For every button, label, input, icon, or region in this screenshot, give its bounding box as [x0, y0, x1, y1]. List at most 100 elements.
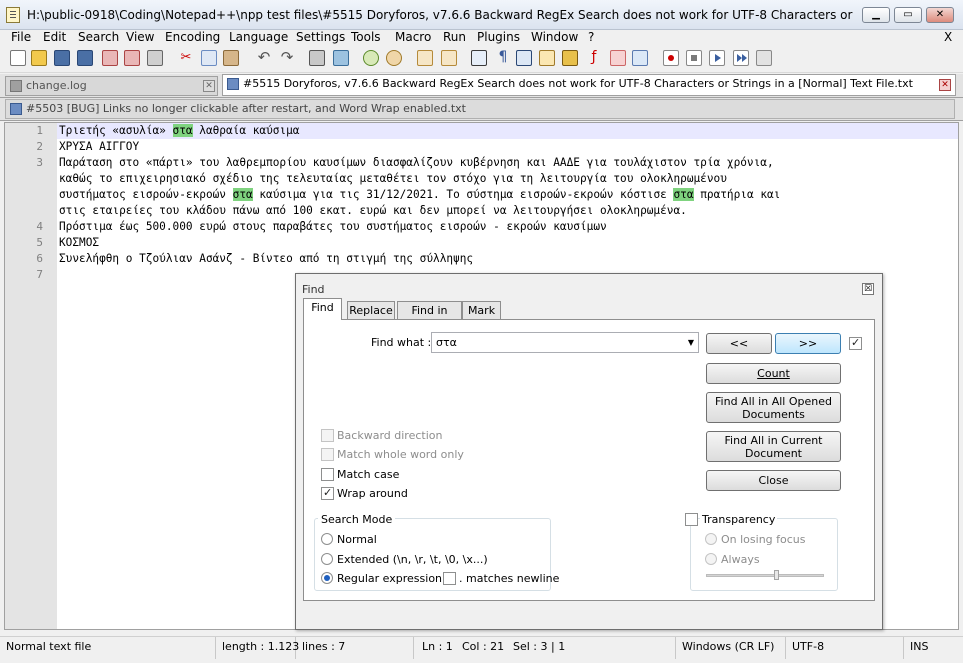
dropdown-arrow-icon[interactable]: ▼: [688, 333, 694, 352]
dialog-title: Find: [302, 283, 325, 296]
status-length: length : 1.123: [216, 637, 299, 659]
cut-icon[interactable]: ✂: [178, 50, 194, 66]
zoom-out-icon[interactable]: [386, 50, 402, 66]
menu-help[interactable]: ?: [588, 30, 594, 44]
mode-normal-radio[interactable]: [321, 533, 333, 545]
find-what-value: στα: [436, 336, 457, 349]
wrap-around-label: Wrap around: [337, 487, 408, 500]
menu-run[interactable]: Run: [443, 30, 466, 44]
copy-icon[interactable]: [201, 50, 217, 66]
replace-icon[interactable]: [333, 50, 349, 66]
mode-extended-radio[interactable]: [321, 553, 333, 565]
find-previous-button[interactable]: <<: [706, 333, 772, 354]
tab-find-in-files[interactable]: Find in Files: [397, 301, 462, 335]
text-segment: στις εταιρείες του κλάδου πάνω από 100 ε…: [59, 204, 687, 217]
menu-close-doc[interactable]: X: [944, 30, 952, 44]
line-number: 2: [36, 140, 43, 153]
function-list-icon[interactable]: ƒ: [586, 50, 602, 66]
menu-settings[interactable]: Settings: [296, 30, 345, 44]
undo-icon[interactable]: ↶: [256, 50, 272, 66]
menu-edit[interactable]: Edit: [43, 30, 66, 44]
backward-direction-label: Backward direction: [337, 429, 443, 442]
menu-file[interactable]: File: [11, 30, 31, 44]
tab-replace[interactable]: Replace: [347, 301, 395, 320]
folder-icon[interactable]: [610, 50, 626, 66]
close-all-icon[interactable]: [124, 50, 140, 66]
maximize-button[interactable]: ▭: [894, 7, 922, 23]
transparency-slider[interactable]: [706, 574, 824, 577]
menu-tools[interactable]: Tools: [351, 30, 381, 44]
close-window-button[interactable]: ✕: [926, 7, 954, 23]
text-segment: ΚΟΣΜΟΣ: [59, 236, 100, 249]
run-multiple-icon[interactable]: [733, 50, 749, 66]
sync-h-icon[interactable]: [441, 50, 457, 66]
transparency-slider-thumb[interactable]: [774, 570, 779, 580]
print-icon[interactable]: [147, 50, 163, 66]
tab-close-icon[interactable]: ✕: [939, 79, 951, 91]
word-wrap-icon[interactable]: [471, 50, 487, 66]
show-all-icon[interactable]: ¶: [495, 50, 511, 66]
find-all-opened-button[interactable]: Find All in All Opened Documents: [706, 392, 841, 423]
tab-find[interactable]: Find: [303, 298, 342, 320]
minimize-button[interactable]: ▁: [862, 7, 890, 23]
monitor-icon[interactable]: [632, 50, 648, 66]
status-bar: Normal text file length : 1.123 lines : …: [0, 636, 963, 663]
udl-icon[interactable]: [539, 50, 555, 66]
sync-v-icon[interactable]: [417, 50, 433, 66]
transparency-label: Transparency: [700, 513, 778, 526]
play-icon[interactable]: [709, 50, 725, 66]
tab-close-icon[interactable]: ✕: [203, 80, 215, 92]
paste-icon[interactable]: [223, 50, 239, 66]
match-case-label: Match case: [337, 468, 400, 481]
tab-change-log[interactable]: change.log ✕: [5, 76, 218, 96]
save-icon[interactable]: [54, 50, 70, 66]
text-segment: συστήματος εισροών-εκροών: [59, 188, 233, 201]
status-sel: Sel : 3 | 1: [507, 637, 676, 659]
find-next-button[interactable]: >>: [775, 333, 841, 354]
open-icon[interactable]: [31, 50, 47, 66]
matches-newline-checkbox[interactable]: [443, 572, 456, 585]
save-all-icon[interactable]: [77, 50, 93, 66]
tab-5503[interactable]: #5503 [BUG] Links no longer clickable af…: [5, 99, 955, 119]
find-icon[interactable]: [309, 50, 325, 66]
match-case-checkbox[interactable]: [321, 468, 334, 481]
file-icon: [10, 80, 22, 92]
zoom-in-icon[interactable]: [363, 50, 379, 66]
tab-mark[interactable]: Mark: [462, 301, 501, 320]
close-button[interactable]: Close: [706, 470, 841, 491]
status-lines: lines : 7: [296, 637, 414, 659]
menu-language[interactable]: Language: [229, 30, 288, 44]
save-macro-icon[interactable]: [756, 50, 772, 66]
menu-view[interactable]: View: [126, 30, 154, 44]
indent-guide-icon[interactable]: [516, 50, 532, 66]
menu-window[interactable]: Window: [531, 30, 578, 44]
on-losing-focus-radio[interactable]: [705, 533, 717, 545]
menu-search[interactable]: Search: [78, 30, 119, 44]
always-radio[interactable]: [705, 553, 717, 565]
menu-plugins[interactable]: Plugins: [477, 30, 520, 44]
editor-line: Τριετής «ασυλία» στα λαθραία καύσιμα: [59, 124, 299, 137]
backward-direction-checkbox[interactable]: [321, 429, 334, 442]
transparency-checkbox[interactable]: [685, 513, 698, 526]
find-what-combobox[interactable]: στα ▼: [431, 332, 699, 353]
match-whole-word-checkbox[interactable]: [321, 448, 334, 461]
dialog-close-icon[interactable]: ☒: [862, 283, 874, 295]
notepad-icon: [6, 7, 20, 23]
doc-map-icon[interactable]: [562, 50, 578, 66]
menu-macro[interactable]: Macro: [395, 30, 431, 44]
record-icon[interactable]: [663, 50, 679, 66]
tab-5515[interactable]: #5515 Doryforos, v7.6.6 Backward RegEx S…: [222, 74, 956, 96]
tab-label: change.log: [26, 79, 87, 92]
wrap-around-checkbox[interactable]: [321, 486, 334, 500]
redo-icon[interactable]: ↷: [279, 50, 295, 66]
count-button[interactable]: Count: [706, 363, 841, 384]
direction-option-checkbox[interactable]: [849, 336, 862, 350]
find-all-current-button[interactable]: Find All in Current Document: [706, 431, 841, 462]
find-panel: Find what : στα ▼ << >> Count Find All i…: [303, 319, 875, 601]
stop-icon[interactable]: [686, 50, 702, 66]
tab-bar-secondary: #5503 [BUG] Links no longer clickable af…: [0, 98, 963, 121]
mode-regex-radio[interactable]: [321, 572, 333, 584]
menu-encoding[interactable]: Encoding: [165, 30, 220, 44]
close-icon[interactable]: [102, 50, 118, 66]
new-icon[interactable]: [10, 50, 26, 66]
